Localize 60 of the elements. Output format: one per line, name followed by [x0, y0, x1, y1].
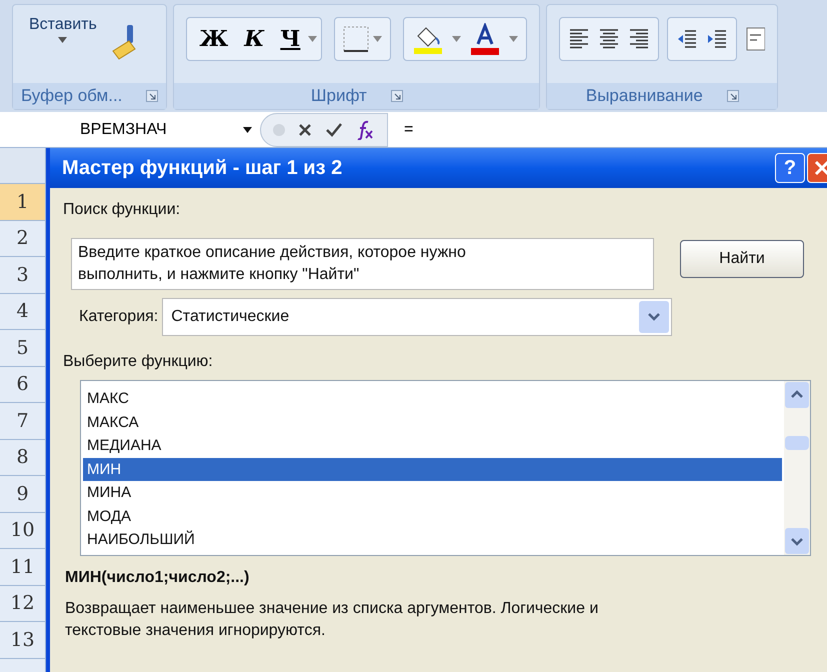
row-header[interactable]: 9: [0, 476, 45, 512]
paste-button[interactable]: Вставить: [25, 13, 101, 43]
row-header[interactable]: 1: [0, 184, 45, 220]
cancel-icon[interactable]: [297, 122, 313, 138]
align-right-icon[interactable]: [628, 27, 650, 51]
row-header[interactable]: 3: [0, 257, 45, 294]
row-header[interactable]: 8: [0, 440, 45, 476]
row-header[interactable]: 5: [0, 330, 45, 366]
checkmark-icon[interactable]: [325, 122, 343, 138]
function-item[interactable]: МАКСА: [83, 410, 782, 434]
scroll-down-icon[interactable]: [785, 528, 809, 554]
search-field[interactable]: Введите краткое описание действия, которое нужно выполнить, и нажмите кнопку "Найти": [71, 238, 654, 290]
function-item[interactable]: МАКС: [83, 387, 782, 410]
category-label: Категория:: [79, 307, 158, 327]
italic-button[interactable]: К: [236, 22, 272, 56]
group-label: Буфер обм...: [21, 85, 122, 108]
wrap-text-icon[interactable]: [745, 26, 766, 52]
function-item[interactable]: НАИБОЛЬШИЙ: [83, 528, 782, 552]
align-left-icon[interactable]: [568, 27, 590, 51]
borders-icon: [343, 26, 370, 52]
function-list-label: Выберите функцию:: [63, 352, 214, 372]
dialog-title: Мастер функций - шаг 1 из 2: [62, 156, 342, 181]
scrollbar[interactable]: [784, 381, 810, 555]
scroll-up-icon[interactable]: [785, 382, 809, 408]
chevron-down-icon: [639, 301, 670, 333]
dialog-launcher-icon[interactable]: [390, 90, 403, 102]
dialog-launcher-icon[interactable]: [726, 90, 739, 102]
borders-button[interactable]: [334, 17, 392, 61]
row-header[interactable]: 6: [0, 366, 45, 403]
underline-button[interactable]: Ч: [272, 22, 308, 56]
row-header[interactable]: 2: [0, 220, 45, 257]
function-item[interactable]: МЕДИАНА: [83, 434, 782, 458]
find-button[interactable]: Найти: [680, 240, 804, 278]
row-header[interactable]: 11: [0, 549, 45, 586]
bold-button[interactable]: Ж: [191, 22, 236, 56]
row-header[interactable]: 10: [0, 512, 45, 549]
scroll-thumb[interactable]: [785, 436, 809, 450]
row-header[interactable]: 12: [0, 586, 45, 622]
formula-input[interactable]: =: [388, 118, 414, 142]
function-item[interactable]: МИН: [83, 458, 782, 481]
group-label: Выравнивание: [586, 85, 703, 108]
function-description: Возвращает наименьшее значение из списка аргументов. Логические и текстовые значения игнорируются.: [65, 599, 600, 641]
function-icon[interactable]: [355, 120, 375, 140]
search-label: Поиск функции:: [63, 200, 182, 220]
close-icon: [814, 160, 827, 176]
align-center-icon[interactable]: [598, 27, 620, 51]
row-header[interactable]: 13: [0, 622, 45, 658]
caret-icon[interactable]: [58, 37, 68, 43]
function-item[interactable]: МОДА: [83, 504, 782, 528]
function-signature: МИН(число1;число2;...): [65, 568, 250, 588]
name-box[interactable]: ВРЕМЗНАЧ: [0, 118, 260, 142]
category-dropdown[interactable]: Статистические: [162, 298, 672, 336]
row-header[interactable]: 4: [0, 294, 45, 330]
row-header[interactable]: 7: [0, 403, 45, 440]
group-label: Шрифт: [310, 85, 367, 108]
help-button[interactable]: ?: [775, 153, 805, 183]
caret-icon[interactable]: [243, 126, 252, 132]
font-color-icon[interactable]: [469, 23, 502, 55]
dialog-launcher-icon[interactable]: [146, 90, 158, 102]
function-item[interactable]: МИНА: [83, 481, 782, 504]
